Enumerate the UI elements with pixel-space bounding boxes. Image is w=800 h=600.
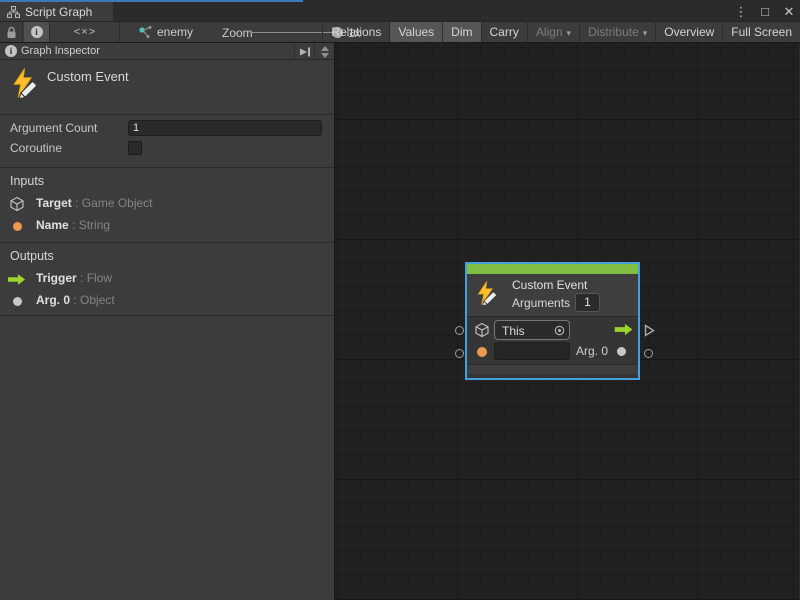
graph-canvas[interactable]: Custom Event Arguments 1 This bbox=[335, 43, 799, 600]
graph-toolbar: i <×> enemy Zoom 1x Relations Values Dim… bbox=[0, 21, 800, 43]
input-port-target: Target : Game Object Target bbox=[0, 195, 334, 213]
script-graph-window: Script Graph ⋮ □ ✕ i <×> bbox=[0, 0, 800, 600]
object-dot-icon bbox=[13, 297, 22, 306]
object-dot-icon bbox=[617, 347, 626, 356]
tab-script-graph[interactable]: Script Graph bbox=[0, 2, 113, 21]
inputs-heading: Inputs bbox=[10, 174, 44, 188]
argument-count-label: Argument Count bbox=[10, 121, 97, 135]
graph-tab-icon bbox=[7, 6, 20, 18]
values-button[interactable]: Values bbox=[389, 22, 442, 42]
output-port-trigger: Trigger : Flow Trigger bbox=[0, 270, 334, 288]
overview-button[interactable]: Overview bbox=[655, 22, 722, 42]
node-footer bbox=[467, 364, 638, 374]
dock-panel-icon bbox=[299, 47, 311, 57]
input-port-name: Name : String Name bbox=[0, 217, 334, 235]
graph-name-label: enemy bbox=[157, 25, 193, 39]
toolbar-buttons: Relations Values Dim Carry Align▾ Distri… bbox=[322, 22, 800, 42]
inspector-info-icon: i bbox=[5, 45, 17, 57]
scrub-down-icon[interactable] bbox=[321, 53, 329, 58]
carry-button[interactable]: Carry bbox=[481, 22, 527, 42]
node-arguments-value[interactable]: 1 bbox=[575, 293, 600, 312]
maximize-icon[interactable]: □ bbox=[758, 4, 772, 19]
flow-arrow-icon bbox=[613, 323, 635, 336]
node-target-row: This bbox=[467, 319, 638, 341]
separator bbox=[0, 315, 334, 316]
close-icon[interactable]: ✕ bbox=[782, 4, 796, 20]
zoom-label: Zoom bbox=[222, 26, 253, 40]
window-controls: ⋮ □ ✕ bbox=[734, 2, 796, 21]
separator bbox=[0, 167, 334, 168]
custom-event-icon bbox=[475, 280, 501, 306]
target-picker-icon[interactable] bbox=[554, 325, 565, 336]
graph-ref-icon bbox=[138, 25, 152, 39]
node-header[interactable]: Custom Event Arguments 1 bbox=[467, 274, 638, 316]
custom-event-node[interactable]: Custom Event Arguments 1 This bbox=[465, 262, 640, 380]
unit-title-section: Custom Event bbox=[0, 61, 334, 114]
node-body: This Arg. 0 bbox=[467, 317, 638, 364]
graph-inspector-header: i Graph Inspector bbox=[0, 43, 334, 60]
port-name: Name bbox=[36, 218, 69, 232]
code-view-button[interactable]: <×> bbox=[51, 22, 120, 42]
port-type: : Game Object bbox=[75, 196, 152, 210]
arg0-label: Arg. 0 bbox=[576, 344, 608, 358]
target-object-value: This bbox=[502, 324, 525, 338]
full-screen-button[interactable]: Full Screen bbox=[722, 22, 800, 42]
distribute-button[interactable]: Distribute▾ bbox=[579, 22, 655, 42]
string-dot-icon bbox=[477, 347, 487, 357]
tab-bar: Script Graph ⋮ □ ✕ bbox=[0, 0, 800, 21]
port-type: : String bbox=[72, 218, 110, 232]
node-title: Custom Event bbox=[512, 278, 587, 292]
outputs-heading: Outputs bbox=[10, 249, 54, 263]
align-button[interactable]: Align▾ bbox=[527, 22, 579, 42]
port-name: Trigger bbox=[36, 271, 77, 285]
separator bbox=[0, 114, 334, 115]
port-arg0-connection[interactable] bbox=[644, 349, 653, 358]
argument-count-field[interactable] bbox=[128, 120, 322, 136]
chevron-down-icon: ▾ bbox=[567, 28, 572, 38]
dock-panel-button[interactable] bbox=[294, 43, 315, 60]
chevron-down-icon: ▾ bbox=[643, 28, 648, 38]
inspector-toggle-button[interactable]: i bbox=[24, 22, 50, 42]
window-menu-icon[interactable]: ⋮ bbox=[734, 4, 748, 20]
cube-icon bbox=[9, 196, 25, 212]
node-arg-row: Arg. 0 bbox=[467, 342, 638, 362]
coroutine-label: Coroutine bbox=[10, 141, 62, 155]
port-name: Target bbox=[36, 196, 72, 210]
string-dot-icon bbox=[13, 222, 22, 231]
target-object-dropdown[interactable]: This bbox=[494, 320, 570, 340]
scrub-up-icon[interactable] bbox=[321, 46, 329, 51]
output-port-arg0: Arg. 0 : Object Arg. 0 bbox=[0, 292, 334, 310]
graph-reference[interactable]: enemy bbox=[138, 22, 193, 42]
inspector-scrubber[interactable] bbox=[317, 43, 333, 60]
port-target-connection[interactable] bbox=[455, 326, 464, 335]
port-type: : Object bbox=[73, 293, 114, 307]
node-arguments-label: Arguments bbox=[512, 296, 570, 310]
code-view-icon: <×> bbox=[74, 26, 96, 38]
port-type: : Flow bbox=[80, 271, 112, 285]
tab-title: Script Graph bbox=[25, 5, 92, 19]
port-trigger-connection[interactable] bbox=[644, 324, 655, 337]
inspector-header-title: Graph Inspector bbox=[21, 45, 100, 57]
event-color-bar bbox=[467, 264, 638, 274]
relations-button[interactable]: Relations bbox=[322, 22, 389, 42]
custom-event-icon bbox=[10, 67, 42, 99]
separator bbox=[0, 242, 334, 243]
port-name-connection[interactable] bbox=[455, 349, 464, 358]
lock-button[interactable] bbox=[0, 22, 23, 42]
graph-inspector-panel: i Graph Inspector bbox=[0, 43, 335, 600]
info-icon: i bbox=[31, 26, 43, 38]
coroutine-checkbox[interactable] bbox=[128, 141, 142, 155]
lock-icon bbox=[6, 26, 17, 39]
main-area: i Graph Inspector bbox=[0, 43, 800, 600]
cube-icon bbox=[474, 322, 490, 338]
unit-title: Custom Event bbox=[47, 69, 129, 84]
flow-arrow-icon bbox=[8, 273, 26, 286]
dim-button[interactable]: Dim bbox=[442, 22, 480, 42]
port-name: Arg. 0 bbox=[36, 293, 70, 307]
event-name-field[interactable] bbox=[494, 342, 570, 360]
